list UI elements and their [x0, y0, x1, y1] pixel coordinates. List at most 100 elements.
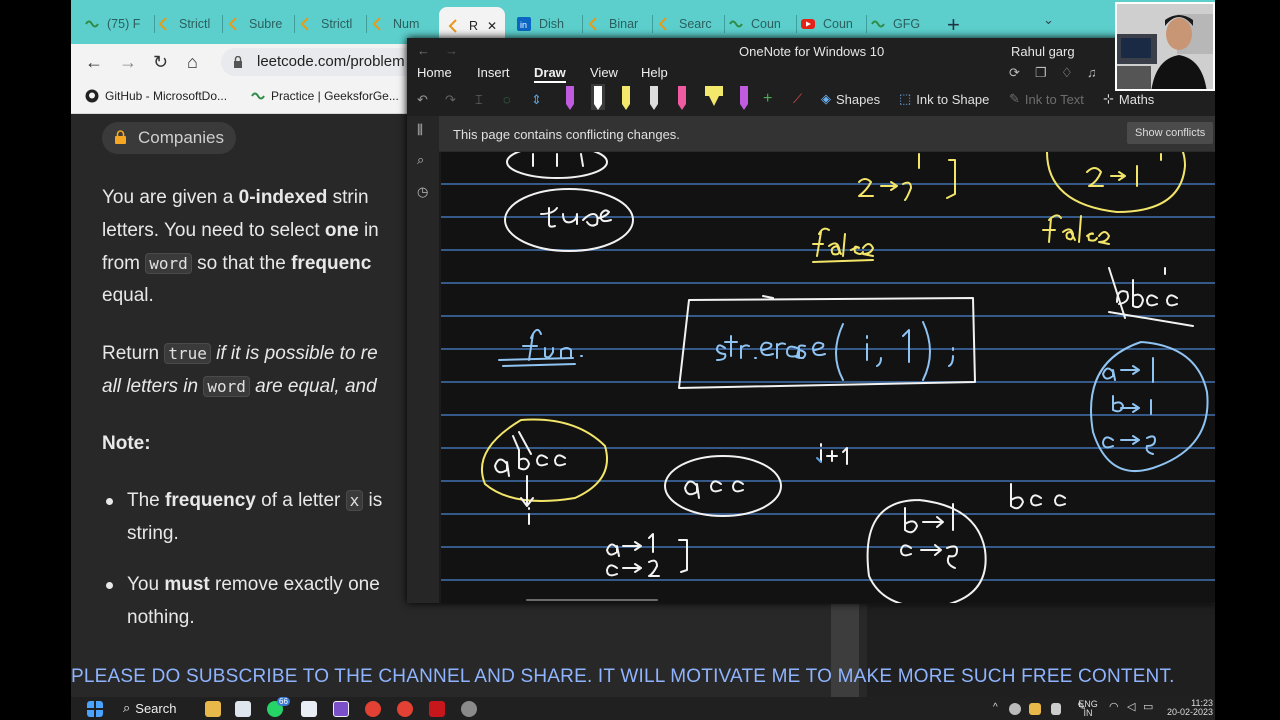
tab-view[interactable]: View	[590, 65, 618, 80]
tray-mic-icon[interactable]	[1051, 703, 1061, 715]
add-pen-icon[interactable]: +	[763, 90, 772, 108]
volume-icon[interactable]: ◁	[1127, 702, 1135, 713]
window-title: OneNote for Windows 10	[739, 44, 885, 59]
tray-folder-icon[interactable]	[1029, 703, 1041, 715]
text: You are given a	[102, 187, 239, 208]
tray-cloud-icon[interactable]	[1009, 703, 1021, 715]
shapes-button[interactable]: ◈ Shapes	[821, 91, 880, 107]
redo-icon[interactable]: ↷	[445, 92, 456, 108]
svg-text:in: in	[520, 20, 527, 30]
back-arrow-icon[interactable]: ←	[417, 43, 430, 58]
maths-button[interactable]: ⊹ Maths	[1103, 91, 1154, 107]
browser-tab-12[interactable]: GFG	[871, 9, 937, 39]
close-tab-icon[interactable]: ✕	[487, 19, 497, 33]
gfg-icon	[251, 92, 265, 100]
tab-label: Binar	[609, 17, 639, 31]
forward-arrow-icon[interactable]: →	[445, 43, 458, 58]
tab-home[interactable]: Home	[417, 65, 452, 80]
wifi-icon[interactable]: ◠	[1109, 702, 1119, 713]
leetcode-icon	[588, 17, 597, 31]
tab-label: Subre	[249, 17, 283, 31]
recent-icon[interactable]: ◷	[417, 184, 428, 200]
text: so that the	[191, 253, 292, 274]
forward-arrow-icon[interactable]: →	[119, 52, 137, 73]
bullet-line: The frequency of a letter x is	[127, 490, 382, 512]
description-line: equal.	[102, 285, 154, 306]
browser-tab-3[interactable]: Subre	[227, 9, 295, 39]
browser-tab-10[interactable]: Coun	[729, 9, 797, 39]
ink-abcc-text	[494, 431, 566, 525]
url-text[interactable]: leetcode.com/problem	[257, 53, 405, 70]
pen-violet-icon[interactable]	[737, 84, 751, 110]
browser-tab-7[interactable]: in Dish	[517, 9, 583, 39]
language-indicator[interactable]: ENG IN	[1075, 700, 1101, 718]
pen-purple-icon[interactable]	[563, 84, 577, 110]
lightbulb-icon[interactable]: ♢	[1061, 65, 1073, 81]
tray-chevron-icon[interactable]: ^	[993, 703, 998, 713]
chrome-profile-icon[interactable]	[397, 701, 413, 717]
notebook-icon[interactable]: ❐	[1035, 65, 1047, 81]
settings-gear-icon[interactable]	[461, 701, 477, 717]
browser-tab-4[interactable]: Strictl	[299, 9, 367, 39]
app-window-icon[interactable]	[301, 701, 317, 717]
pen-yellow-icon[interactable]	[619, 84, 633, 110]
notebooks-icon[interactable]: ⫼	[417, 122, 423, 138]
acrobat-icon[interactable]	[429, 701, 445, 717]
ink-to-text-icon: ✎	[1009, 91, 1020, 106]
text-bold: 0-indexed	[238, 187, 328, 208]
browser-tab-8[interactable]: Binar	[587, 9, 653, 39]
ink-to-text-button[interactable]: ✎ Ink to Text	[1009, 91, 1084, 107]
pen-white-selected-icon[interactable]	[591, 84, 605, 110]
tab-help[interactable]: Help	[641, 65, 668, 80]
draw-ribbon: ↶ ↷ ⌶ ◌ ⇕	[407, 86, 1215, 116]
back-arrow-icon[interactable]: ←	[85, 52, 103, 73]
browser-tab-5[interactable]: Num	[371, 9, 437, 39]
bookmark-github[interactable]: GitHub - MicrosoftDo...	[85, 89, 227, 103]
bullet-dot	[106, 498, 113, 505]
pen-pink-icon[interactable]	[675, 84, 689, 110]
ruler-icon[interactable]: ⟋	[793, 91, 802, 107]
type-select-icon[interactable]: ⌶	[475, 92, 483, 108]
bookmark-gfg[interactable]: Practice | GeeksforGe...	[251, 89, 399, 103]
windows-start-icon[interactable]	[87, 701, 103, 717]
leetcode-icon	[372, 17, 381, 31]
show-conflicts-button[interactable]: Show conflicts	[1127, 122, 1214, 144]
text: You	[127, 574, 165, 595]
space-tool-icon[interactable]: ⇕	[531, 92, 542, 108]
ink-to-shape-button[interactable]: ⬚ Ink to Shape	[899, 91, 989, 107]
lasso-icon[interactable]: ◌	[503, 92, 511, 107]
bullet-line: string.	[127, 523, 179, 544]
tab-insert[interactable]: Insert	[477, 65, 510, 80]
user-name[interactable]: Rahul garg	[1011, 44, 1075, 59]
file-explorer-icon[interactable]	[205, 701, 221, 717]
text-italic: are equal, and	[249, 376, 377, 397]
ink-bubble-blue-map	[1090, 341, 1209, 473]
app-window-icon[interactable]	[235, 701, 251, 717]
browser-tab-9[interactable]: Searc	[657, 9, 725, 39]
taskbar-search[interactable]: ⌕ Search	[123, 700, 176, 716]
reload-icon[interactable]: ↻	[153, 52, 168, 73]
search-icon[interactable]: ⌕	[417, 152, 424, 168]
ink-bubble-acc	[664, 455, 782, 517]
undo-icon[interactable]: ↶	[417, 92, 428, 108]
tab-search-chevron-icon[interactable]: ⌄	[1043, 12, 1054, 28]
new-tab-button[interactable]: +	[947, 12, 960, 38]
sync-icon[interactable]: ⟳	[1009, 65, 1020, 81]
note-canvas[interactable]	[441, 152, 1215, 603]
onenote-titlebar: ← → OneNote for Windows 10 Rahul garg	[407, 38, 1215, 64]
battery-icon[interactable]: ▭	[1143, 702, 1153, 713]
highlighter-yellow-icon[interactable]	[703, 84, 725, 110]
browser-tab-2[interactable]: Strictl	[157, 9, 223, 39]
clock[interactable]: 11:23 20-02-2023	[1161, 699, 1213, 717]
description-line: You are given a 0-indexed strin	[102, 187, 369, 209]
tab-draw[interactable]: Draw	[534, 65, 566, 83]
bell-icon[interactable]: ♫	[1087, 65, 1097, 80]
pen-white-icon[interactable]	[647, 84, 661, 110]
browser-tab-1[interactable]: (75) F	[85, 9, 155, 39]
description-line: all letters in word are equal, and	[102, 376, 377, 398]
home-icon[interactable]: ⌂	[187, 52, 198, 73]
chrome-icon[interactable]	[365, 701, 381, 717]
companies-button[interactable]: Companies	[102, 122, 236, 154]
browser-tab-11[interactable]: Coun	[801, 9, 867, 39]
onenote-icon[interactable]	[333, 701, 349, 717]
